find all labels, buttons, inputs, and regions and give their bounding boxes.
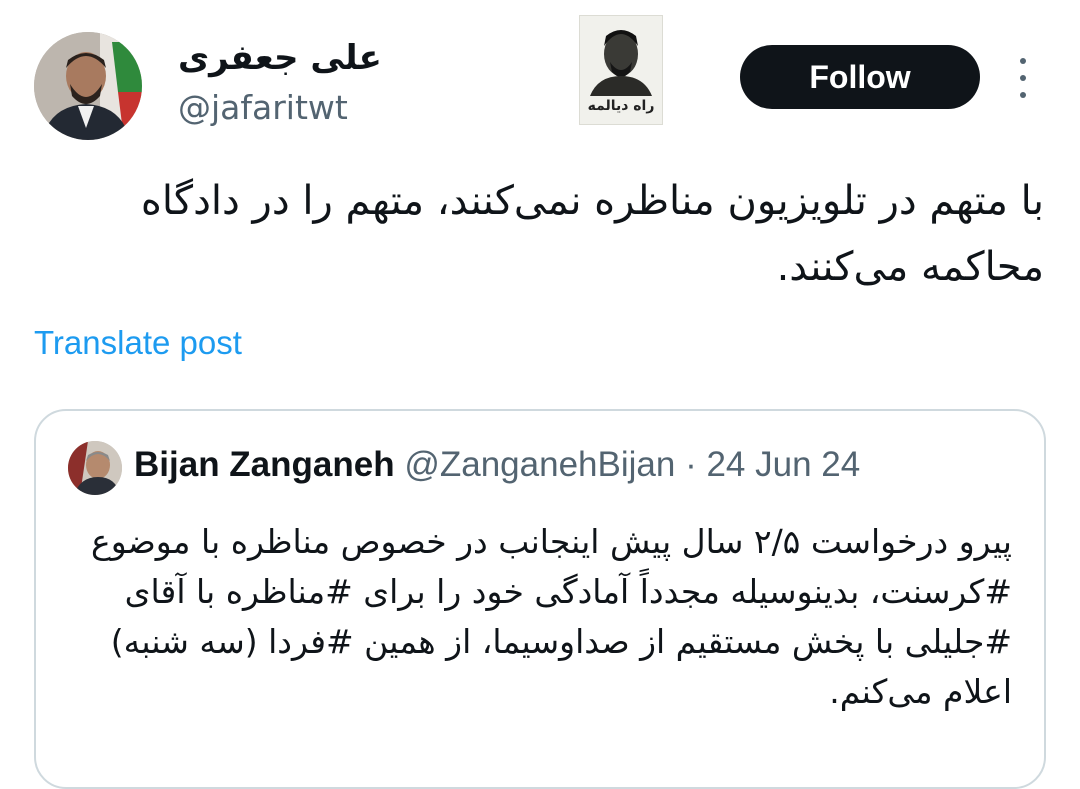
more-dot xyxy=(1020,75,1026,81)
quoted-header: Bijan Zanganeh @ZanganehBijan · 24 Jun 2… xyxy=(134,445,860,485)
author-avatar[interactable] xyxy=(34,32,142,140)
more-options-icon[interactable] xyxy=(1008,58,1038,98)
quoted-author-handle[interactable]: @ZanganehBijan xyxy=(404,445,675,484)
profile-badge: راه دیالمه xyxy=(579,15,663,125)
more-dot xyxy=(1020,92,1026,98)
author-display-name[interactable]: علی جعفری xyxy=(178,38,382,78)
meta-separator: · xyxy=(685,445,697,484)
more-dot xyxy=(1020,58,1026,64)
author-avatar-image xyxy=(34,32,142,140)
post-text: با متهم در تلویزیون مناظره نمی‌کنند، مته… xyxy=(140,178,1044,290)
portrait-badge-icon xyxy=(580,16,662,96)
author-handle[interactable]: @jafaritwt xyxy=(178,88,348,127)
quoted-post-text: پیرو درخواست ۲/۵ سال پیش اینجانب در خصوص… xyxy=(91,522,1012,711)
quoted-post-card[interactable]: Bijan Zanganeh @ZanganehBijan · 24 Jun 2… xyxy=(34,409,1046,789)
quoted-avatar-image xyxy=(68,441,122,495)
badge-caption: راه دیالمه xyxy=(587,98,655,114)
quoted-author-avatar[interactable] xyxy=(68,441,122,495)
quoted-post-date[interactable]: 24 Jun 24 xyxy=(706,445,860,484)
quoted-author-name[interactable]: Bijan Zanganeh xyxy=(134,445,395,484)
translate-post-link[interactable]: Translate post xyxy=(34,324,242,362)
follow-button[interactable]: Follow xyxy=(740,45,980,109)
